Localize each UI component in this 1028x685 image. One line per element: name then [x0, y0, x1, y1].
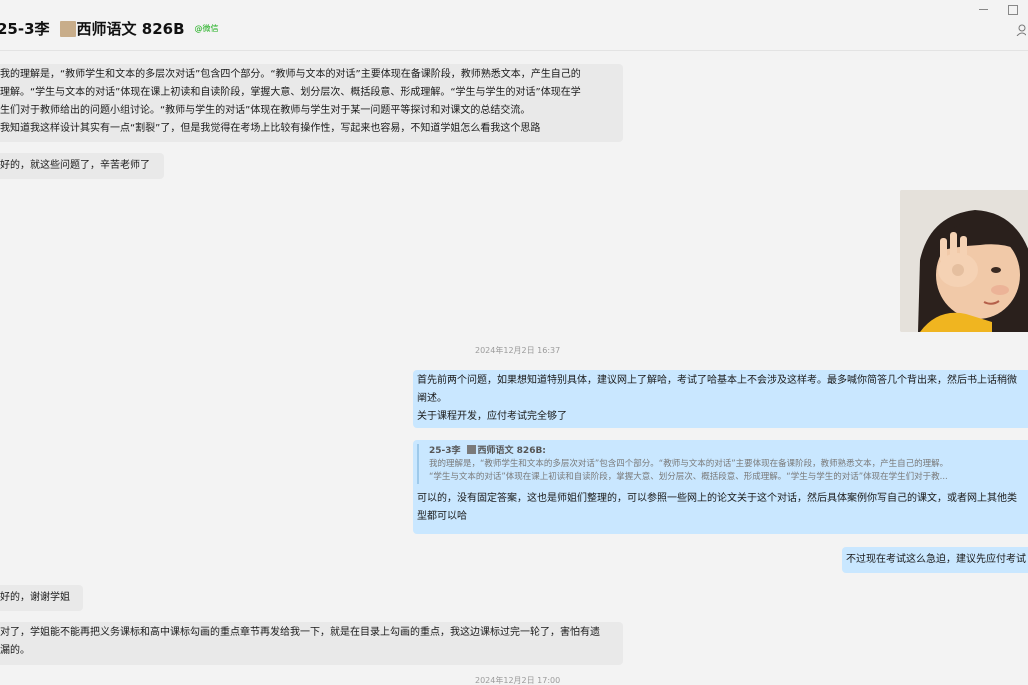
quoted-message[interactable]: 25-3李 西师语文 826B: 我的理解是，“教师学生和文本的多层次对话”包含四… [417, 444, 1028, 484]
quote-sender-prefix: 25-3李 [429, 446, 461, 456]
message-bubble-incoming[interactable]: 我的理解是，“教师学生和文本的多层次对话”包含四个部分。“教师与文本的对话”主要… [0, 64, 623, 142]
chat-window: 25-3李 西师语文 826B @微信 我的理解是，“教师学生和文本的多层次对话… [0, 0, 1028, 685]
chat-info-icon[interactable] [1016, 24, 1026, 36]
contact-avatar-icon [59, 20, 76, 37]
message-line: 我知道我这样设计其实有一点“割裂”了，但是我觉得在考场上比较有操作性，写起来也容… [0, 123, 541, 134]
message-line: 阐述。 [417, 393, 447, 404]
message-bubble-outgoing[interactable]: 不过现在考试这么急迫，建议先应付考试 [842, 547, 1028, 573]
message-line: 首先前两个问题，如果想知道特别具体，建议网上了解哈，考试了哈基本上不会涉及这样考… [417, 375, 1017, 386]
message-line: 对了，学姐能不能再把义务课标和高中课标勾画的重点章节再发给我一下，就是在目录上勾… [0, 627, 600, 638]
quoted-message-line: 我的理解是，“教师学生和文本的多层次对话”包含四个部分。“教师与文本的对话”主要… [429, 459, 949, 469]
chat-title-prefix: 25-3李 [0, 20, 50, 38]
message-line: 关于课程开发，应付考试完全够了 [417, 411, 567, 422]
message-line: 生们对于教师给出的问题小组讨论。“教师与学生的对话”体现在教师与学生对于某一问题… [0, 105, 531, 116]
message-line: 型都可以哈 [417, 511, 467, 522]
quoted-message-line: “学生与文本的对话”体现在课上初读和自读阶段，掌握大意、划分层次、概括段意、形成… [429, 472, 948, 482]
message-bubble-incoming[interactable]: 好的，谢谢学姐 [0, 585, 83, 611]
message-text: 不过现在考试这么急迫，建议先应付考试 [846, 554, 1026, 565]
message-line: 可以的，没有固定答案，这也是师姐们整理的，可以参照一些网上的论文关于这个对话，然… [417, 493, 1017, 504]
message-bubble-outgoing-quote[interactable]: 25-3李 西师语文 826B: 我的理解是，“教师学生和文本的多层次对话”包含四… [413, 440, 1028, 534]
minimize-button[interactable] [968, 0, 998, 20]
wechat-tag: @微信 [194, 24, 219, 33]
message-text: 好的，就这些问题了，辛苦老师了 [0, 160, 150, 171]
maximize-button[interactable] [998, 0, 1028, 20]
message-bubble-incoming[interactable]: 对了，学姐能不能再把义务课标和高中课标勾画的重点章节再发给我一下，就是在目录上勾… [0, 622, 623, 665]
message-text: 好的，谢谢学姐 [0, 592, 70, 603]
window-controls [968, 0, 1028, 20]
chat-header: 25-3李 西师语文 826B @微信 [0, 0, 1028, 51]
quoted-message-sender: 25-3李 西师语文 826B: [429, 444, 1028, 458]
message-line: 我的理解是，“教师学生和文本的多层次对话”包含四个部分。“教师与文本的对话”主要… [0, 69, 581, 80]
quote-sender-name: 西师语文 826B: [477, 446, 546, 456]
chat-title[interactable]: 25-3李 西师语文 826B @微信 [0, 18, 219, 39]
sticker-image[interactable] [900, 190, 1028, 332]
message-bubble-incoming[interactable]: 好的，就这些问题了，辛苦老师了 [0, 153, 164, 179]
message-list[interactable]: 我的理解是，“教师学生和文本的多层次对话”包含四个部分。“教师与文本的对话”主要… [0, 51, 1028, 685]
message-timestamp: 2024年12月2日 17:00 [475, 676, 561, 685]
maximize-icon [1008, 5, 1018, 15]
girl-ok-gesture-sticker [900, 190, 1028, 332]
chat-title-name: 西师语文 826B [76, 20, 185, 38]
message-timestamp: 2024年12月2日 16:37 [475, 346, 561, 355]
message-bubble-outgoing[interactable]: 首先前两个问题，如果想知道特别具体，建议网上了解哈，考试了哈基本上不会涉及这样考… [413, 370, 1028, 428]
message-line: 漏的。 [0, 645, 30, 656]
message-line: 理解。“学生与文本的对话”体现在课上初读和自读阶段，掌握大意、划分层次、概括段意… [0, 87, 581, 98]
quote-avatar-icon [466, 445, 476, 454]
minimize-icon [978, 9, 988, 10]
